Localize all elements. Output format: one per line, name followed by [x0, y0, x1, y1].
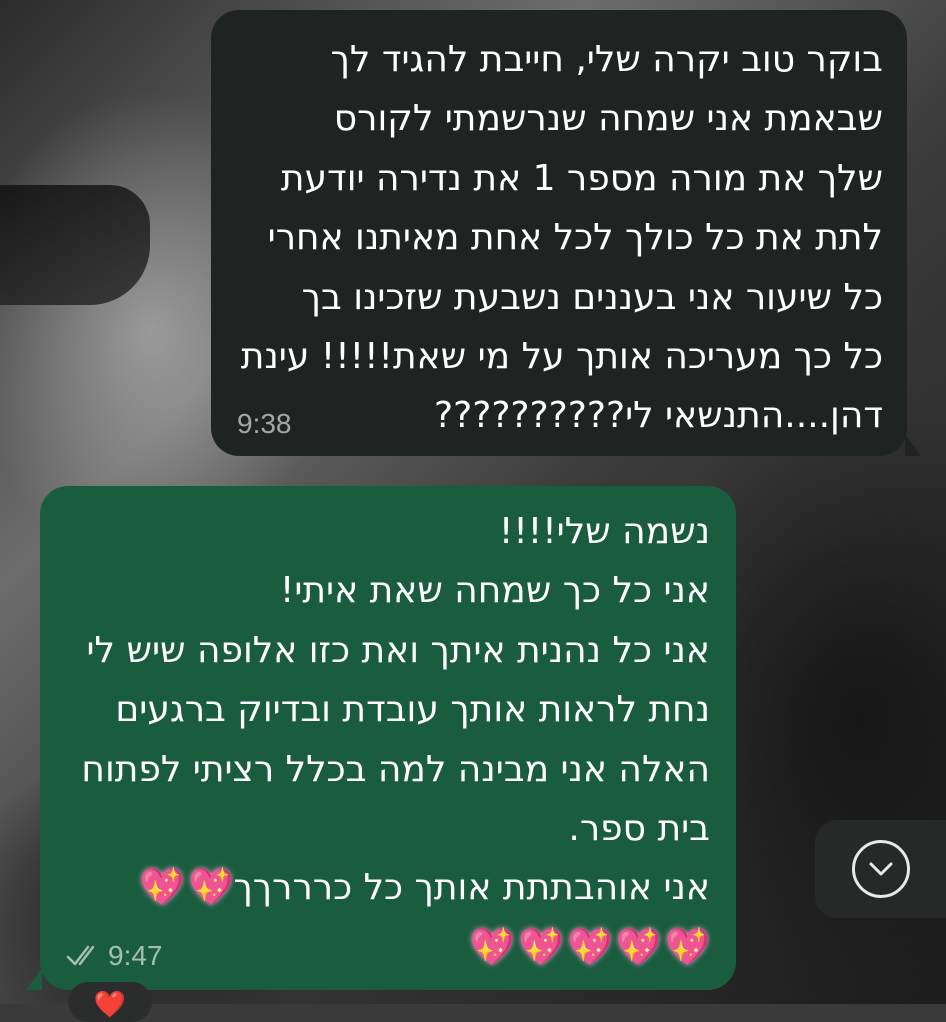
double-check-icon [66, 945, 95, 966]
sparkling-heart-icon: 💖 [188, 867, 234, 909]
message-line: לתת את כל כולך לכל אחת מאיתנו אחרי [267, 217, 883, 259]
message-line: האלה אני מבינה למה בכלל רציתי לפתוח [81, 748, 710, 790]
chevron-circle [851, 840, 910, 898]
incoming-message-bubble[interactable]: בוקר טוב יקרה שלי, חייבת להגיד לך שבאמת … [211, 10, 921, 456]
message-line: כל כך מעריכה אותך על מי שאת!!!!! עינת [240, 336, 883, 378]
message-timestamp: 9:38 [237, 408, 292, 439]
sparkling-heart-icon: 💖 [616, 926, 662, 968]
message-line-text: אני אוהבתתת אותך כל כרררךך [233, 867, 710, 909]
message-line: נשמה שלי!!!! [498, 511, 710, 552]
message-line: אני כל נהנית איתך ואת כזו אלופה שיש לי [86, 629, 711, 671]
heart-icon: ❤️ [93, 990, 127, 1020]
scroll-to-bottom-button[interactable] [815, 820, 946, 918]
message-line: נחת לראות אותך עובדת ובדיוק ברגעים [115, 689, 710, 731]
heart-emoji-row: 💖💖💖💖💖 [66, 918, 710, 977]
message-line: בוקר טוב יקרה שלי, חייבת להגיד לך [330, 39, 883, 80]
sparkling-heart-icon: 💖 [567, 926, 613, 968]
message-line: אני אוהבתתת אותך כל כרררךך💖💖 [66, 858, 710, 917]
incoming-message-text: בוקר טוב יקרה שלי, חייבת להגיד לך שבאמת … [235, 30, 883, 446]
sparkling-heart-icon: 💖 [518, 926, 564, 968]
wallpaper-shape [0, 185, 150, 305]
message-line: שבאמת אני שמחה שנרשמתי לקורס [333, 98, 883, 140]
message-line: דהן....התנשאי לי?????????? [434, 395, 883, 437]
outgoing-message-bubble[interactable]: נשמה שלי!!!! אני כל כך שמחה שאת איתי! אנ… [26, 486, 736, 990]
outgoing-message-text: נשמה שלי!!!! אני כל כך שמחה שאת איתי! אנ… [66, 502, 710, 918]
message-line: בית ספר. [568, 808, 710, 850]
message-meta: 9:47 [66, 940, 163, 972]
message-line: שלך את מורה מספר 1 את נדירה יודעת [280, 157, 883, 199]
message-line: אני כל כך שמחה שאת איתי! [279, 570, 710, 612]
sparkling-heart-icon: 💖 [665, 926, 710, 968]
chevron-down-icon [869, 862, 892, 876]
message-line: כל שיעור אני בעננים נשבעת שזכינו בך [301, 276, 883, 318]
sparkling-heart-icon: 💖 [139, 867, 185, 909]
message-reaction[interactable]: ❤️ [68, 982, 152, 1022]
message-timestamp: 9:47 [108, 940, 163, 971]
sparkling-heart-icon: 💖 [469, 926, 515, 968]
